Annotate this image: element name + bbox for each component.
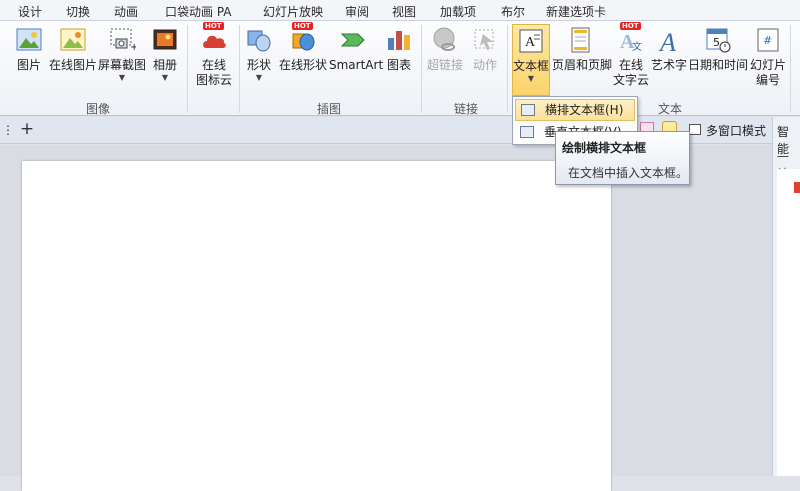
- online-icon-cloud-button[interactable]: HOT 在线 图标云: [192, 22, 236, 88]
- globe-link-icon: [431, 26, 459, 54]
- online-picture-icon: [59, 26, 87, 54]
- tab-new[interactable]: 新建选项卡: [546, 3, 606, 20]
- icon-cloud-icon: HOT: [200, 22, 228, 54]
- slide-number-button[interactable]: # 幻灯片 编号: [750, 26, 786, 88]
- tab-transitions[interactable]: 切换: [66, 3, 90, 20]
- tooltip: 绘制横排文本框 在文档中插入文本框。: [555, 131, 690, 185]
- tooltip-title: 绘制横排文本框: [562, 141, 647, 155]
- online-text-cloud-button[interactable]: A文 HOT 在线 文字云: [612, 22, 650, 88]
- add-tab-button[interactable]: +: [16, 120, 38, 140]
- svg-text:A: A: [525, 35, 536, 50]
- chart-icon: [385, 26, 413, 54]
- slide-number-icon: #: [754, 26, 782, 54]
- svg-text:A: A: [658, 28, 676, 54]
- smart-pane-content: [777, 169, 800, 476]
- screenshot-button[interactable]: + 屏幕截图 ▼: [98, 26, 146, 83]
- shapes-icon: [245, 26, 273, 54]
- window-icon: [689, 124, 701, 135]
- multi-window-mode-button[interactable]: 多窗口模式: [706, 122, 766, 139]
- slide-canvas[interactable]: [22, 161, 611, 491]
- ribbon-insert: 图片 在线图片 + 屏幕截图 ▼ 相册 ▼ 图像 HOT 在线 图标云 形状 ▼…: [0, 21, 800, 116]
- group-label-text: 文本: [658, 102, 683, 116]
- menu-item-horizontal-textbox[interactable]: 横排文本框(H): [515, 99, 635, 121]
- chevron-down-icon: ▼: [255, 73, 263, 82]
- svg-text:文: 文: [632, 40, 642, 53]
- hot-badge: HOT: [203, 22, 224, 30]
- hyperlink-button[interactable]: 超链接: [426, 26, 464, 73]
- action-icon: [471, 26, 499, 54]
- wordart-icon: A: [655, 26, 683, 57]
- svg-text:#: #: [763, 34, 772, 47]
- smart-pane: 智能 一站: [772, 117, 800, 476]
- tab-addins[interactable]: 加载项: [440, 3, 476, 20]
- group-label-link: 链接: [454, 102, 479, 116]
- red-badge-icon: [794, 182, 800, 193]
- group-divider: [187, 25, 188, 113]
- picture-icon: [15, 26, 43, 54]
- tab-slideshow[interactable]: 幻灯片放映: [263, 3, 323, 20]
- hot-badge: HOT: [292, 22, 313, 30]
- group-label-illustration: 插图: [317, 102, 342, 116]
- chevron-down-icon: ▼: [118, 73, 126, 82]
- picture-button[interactable]: 图片: [12, 26, 46, 73]
- smartart-icon: [340, 26, 368, 54]
- horizontal-textbox-icon: [521, 104, 535, 116]
- shapes-button[interactable]: 形状 ▼: [243, 26, 275, 83]
- tab-view[interactable]: 视图: [392, 3, 416, 20]
- svg-text:5: 5: [713, 36, 720, 49]
- tooltip-description: 在文档中插入文本框。: [568, 166, 689, 180]
- group-divider: [790, 25, 791, 113]
- chart-button[interactable]: 图表: [383, 26, 415, 73]
- group-divider: [421, 25, 422, 113]
- group-divider: [239, 25, 240, 113]
- header-footer-icon: [566, 26, 594, 54]
- svg-text:+: +: [130, 42, 136, 53]
- header-footer-button[interactable]: 页眉和页脚: [552, 26, 612, 73]
- tab-animations[interactable]: 动画: [114, 3, 138, 20]
- textbox-icon: A: [517, 27, 545, 55]
- action-button[interactable]: 动作: [469, 26, 501, 73]
- online-shapes-icon: HOT: [289, 22, 317, 54]
- tab-boolean[interactable]: 布尔: [501, 3, 525, 20]
- tab-pocket-animation[interactable]: 口袋动画 PA: [165, 3, 232, 20]
- calendar-clock-icon: 5: [704, 26, 732, 54]
- online-picture-button[interactable]: 在线图片: [48, 26, 98, 73]
- group-label-image: 图像: [86, 102, 111, 116]
- textbox-button[interactable]: A 文本框 ▼: [512, 24, 550, 96]
- album-button[interactable]: 相册 ▼: [149, 26, 181, 83]
- chevron-down-icon: ▼: [527, 74, 535, 83]
- tab-review[interactable]: 审阅: [345, 3, 369, 20]
- datetime-button[interactable]: 5 日期和时间: [688, 26, 748, 73]
- editing-area: [0, 145, 772, 491]
- text-cloud-icon: A文 HOT: [617, 22, 645, 54]
- chevron-down-icon: ▼: [161, 73, 169, 82]
- wordart-button[interactable]: A 艺术字: [651, 26, 687, 73]
- album-icon: [151, 26, 179, 54]
- ribbon-tab-bar: 设计 切换 动画 口袋动画 PA 幻灯片放映 审阅 视图 加载项 布尔 新建选项…: [0, 0, 800, 21]
- smartart-button[interactable]: SmartArt: [329, 26, 383, 73]
- tab-design[interactable]: 设计: [18, 3, 42, 20]
- online-shapes-button[interactable]: HOT 在线形状: [279, 22, 327, 73]
- screenshot-icon: +: [108, 26, 138, 54]
- more-icon[interactable]: ⋮: [2, 123, 14, 137]
- vertical-textbox-icon: [520, 126, 534, 138]
- group-divider: [507, 25, 508, 113]
- hot-badge: HOT: [620, 22, 641, 30]
